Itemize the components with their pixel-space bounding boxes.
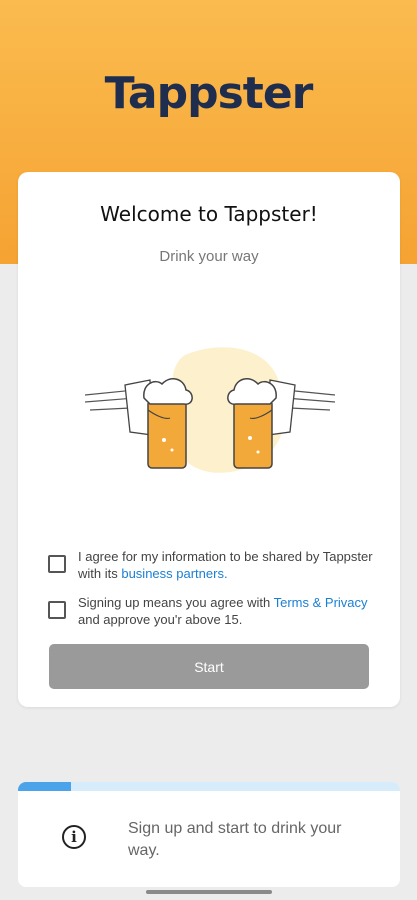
info-card: i Sign up and start to drink your way. — [18, 782, 400, 887]
consent-business-partners-text: I agree for my information to be shared … — [78, 549, 373, 581]
consent-terms: Signing up means you agree with Terms & … — [48, 594, 378, 628]
consent-business-partners: I agree for my information to be shared … — [48, 548, 378, 582]
consent-terms-checkbox[interactable] — [48, 601, 66, 619]
tappster-logo: Tappster — [104, 68, 314, 119]
home-indicator — [146, 890, 272, 894]
info-icon: i — [62, 825, 86, 849]
welcome-subtitle: Drink your way — [159, 248, 259, 265]
beer-toast-illustration — [84, 347, 336, 473]
business-partners-link[interactable]: business partners — [121, 566, 224, 581]
terms-privacy-link[interactable]: Terms & Privacy — [274, 595, 368, 610]
welcome-title: Welcome to Tappster! — [100, 202, 318, 226]
progress-fill — [18, 782, 72, 791]
info-text: Sign up and start to drink your way. — [128, 820, 342, 859]
consent-business-partners-checkbox[interactable] — [48, 555, 66, 573]
consent-terms-text: Signing up means you agree with Terms & … — [78, 595, 368, 627]
progress-track — [18, 782, 400, 791]
start-button[interactable]: Start — [49, 644, 369, 689]
welcome-card: Welcome to Tappster! Drink your way I ag… — [18, 172, 400, 707]
